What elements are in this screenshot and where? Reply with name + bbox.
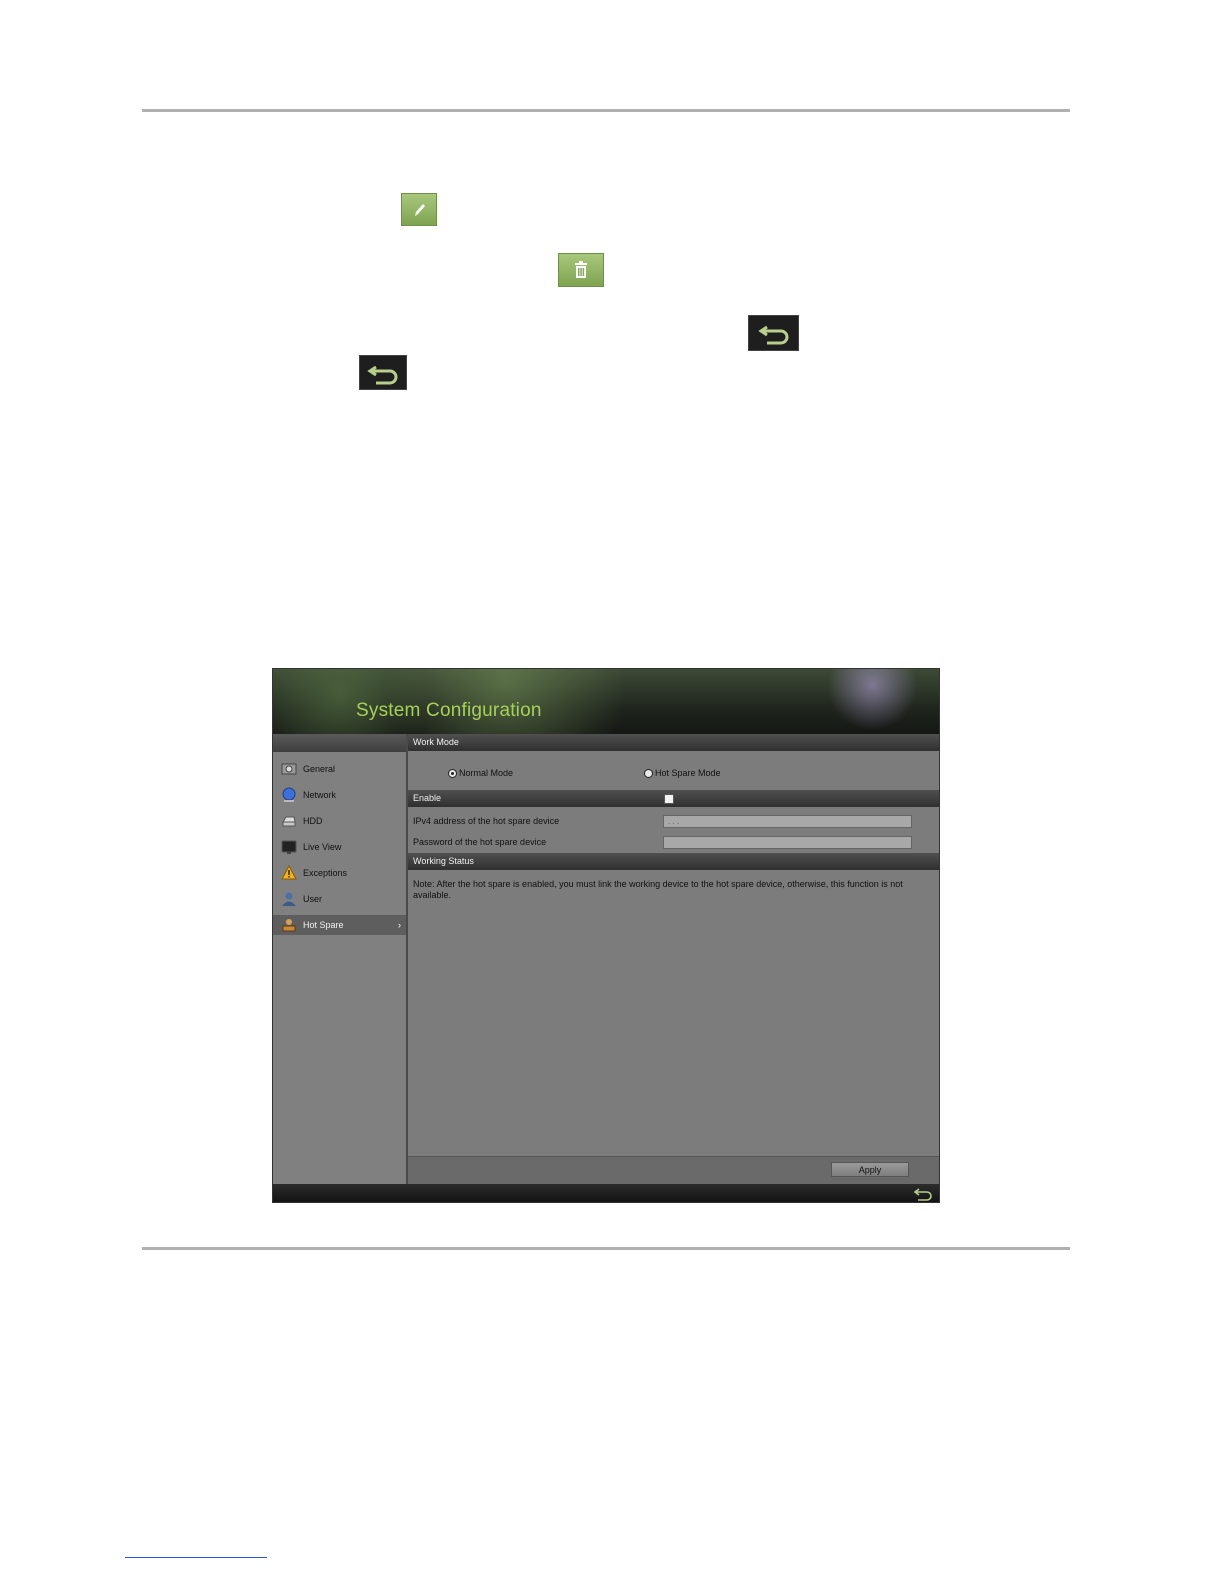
sidebar-item-label: Exceptions	[303, 868, 348, 878]
sidebar-item-network[interactable]: Network	[273, 785, 406, 805]
back-icon	[748, 315, 799, 351]
normal-mode-radio[interactable]: Normal Mode	[448, 768, 513, 778]
sidebar-item-label: Hot Spare	[303, 920, 344, 930]
sidebar: General Network HDD Live View Exceptions	[273, 734, 408, 1184]
ipv4-field[interactable]: . . .	[663, 815, 912, 828]
password-label: Password of the hot spare device	[413, 837, 547, 847]
normal-mode-label: Normal Mode	[459, 768, 514, 778]
chevron-right-icon: ›	[398, 920, 401, 930]
sidebar-item-label: HDD	[303, 816, 323, 826]
window-header: System Configuration	[273, 669, 939, 734]
radio-selected-icon	[448, 768, 457, 778]
password-field[interactable]	[663, 836, 912, 849]
working-status-header: Working Status	[408, 853, 939, 870]
hot-spare-mode-radio[interactable]: Hot Spare Mode	[644, 768, 721, 778]
enable-checkbox[interactable]	[664, 794, 674, 804]
window-footer	[273, 1184, 939, 1202]
hot-spare-icon	[281, 917, 297, 933]
system-configuration-window: System Configuration General Network HDD	[272, 668, 940, 1203]
network-icon	[281, 787, 297, 803]
back-icon[interactable]	[913, 1186, 933, 1202]
ipv4-label: IPv4 address of the hot spare device	[413, 816, 560, 826]
delete-icon	[558, 253, 604, 287]
user-icon	[281, 891, 297, 907]
sidebar-header	[273, 734, 406, 752]
sidebar-item-exceptions[interactable]: Exceptions	[273, 863, 406, 883]
sidebar-item-label: Live View	[303, 842, 342, 852]
hdd-icon	[281, 813, 297, 829]
apply-bar: Apply	[408, 1156, 939, 1185]
sidebar-item-hot-spare[interactable]: Hot Spare ›	[273, 915, 406, 935]
sidebar-item-label: User	[303, 894, 323, 904]
footer-rule	[142, 1247, 1070, 1250]
footer-link-underline	[125, 1557, 267, 1558]
main-panel: Work Mode Normal Mode Hot Spare Mode Ena…	[408, 734, 939, 1185]
sidebar-item-hdd[interactable]: HDD	[273, 811, 406, 831]
working-status-note: Note: After the hot spare is enabled, yo…	[413, 879, 903, 900]
live-view-icon	[281, 839, 297, 855]
radio-unselected-icon	[644, 768, 653, 778]
sidebar-item-live-view[interactable]: Live View	[273, 837, 406, 857]
sidebar-item-label: Network	[303, 790, 337, 800]
apply-button[interactable]: Apply	[831, 1162, 909, 1177]
warning-icon	[281, 865, 297, 881]
sidebar-item-user[interactable]: User	[273, 889, 406, 909]
back-icon	[359, 355, 407, 390]
sidebar-item-general[interactable]: General	[273, 759, 406, 779]
window-title: System Configuration	[356, 700, 542, 721]
edit-icon	[401, 193, 437, 226]
enable-label: Enable	[413, 793, 442, 803]
work-mode-header: Work Mode	[408, 734, 939, 751]
general-icon	[281, 761, 297, 777]
hot-spare-mode-label: Hot Spare Mode	[655, 768, 721, 778]
sidebar-item-label: General	[303, 764, 336, 774]
header-rule	[142, 109, 1070, 112]
